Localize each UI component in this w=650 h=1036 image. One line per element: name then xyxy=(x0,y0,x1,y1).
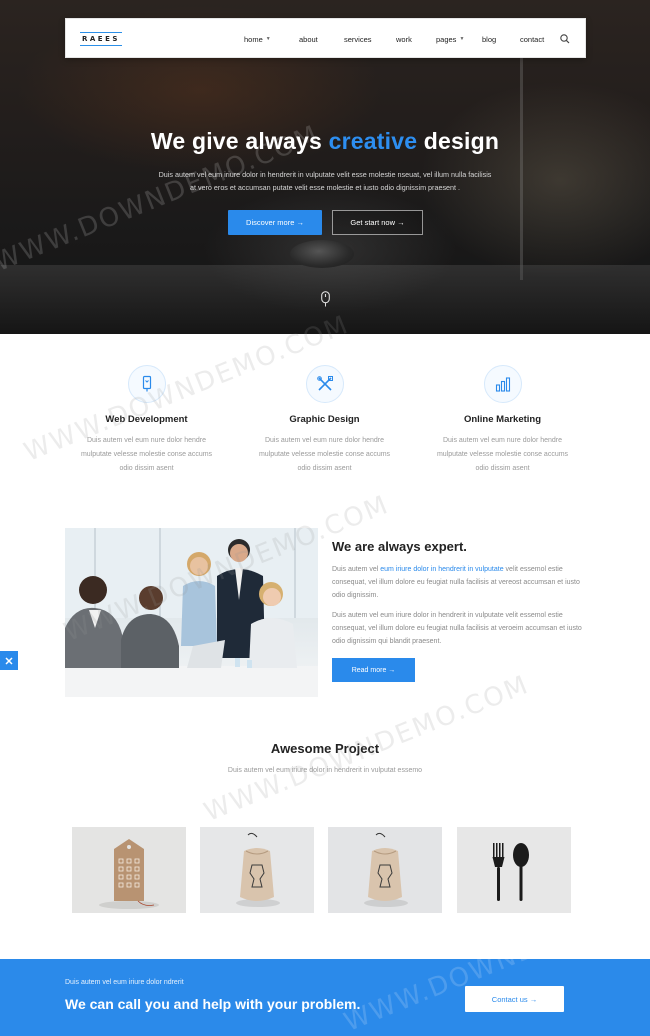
service-description: Duis autem vel eum nure dolor hendre mul… xyxy=(436,437,569,472)
hero-title-start: We give always xyxy=(150,128,329,154)
nav-item-about[interactable]: about xyxy=(299,35,344,44)
read-more-button[interactable]: Read more → xyxy=(332,658,415,682)
service-title: Graphic Design xyxy=(289,414,360,425)
site-logo[interactable]: RAEES xyxy=(80,32,122,46)
mobile-icon xyxy=(142,375,152,392)
project-pouch-mockup-2[interactable] xyxy=(328,827,442,913)
project-tag-mockup[interactable] xyxy=(72,827,186,913)
service-card-online-marketing: Online Marketing Duis autem vel eum nure… xyxy=(420,362,585,474)
nav-item-label: about xyxy=(299,34,318,44)
cta-headline: We can call you and help with your probl… xyxy=(65,996,361,1012)
about-text: Duis autem vel xyxy=(332,566,381,573)
search-icon[interactable] xyxy=(559,33,571,45)
tag-mockup-image xyxy=(72,827,186,913)
service-icon-circle xyxy=(306,365,344,403)
nav-item-home[interactable]: home ▼ xyxy=(244,35,299,44)
nav-item-label: services xyxy=(344,34,372,44)
pouch-mockup-image xyxy=(200,827,314,913)
discover-more-button[interactable]: Discover more → xyxy=(228,210,322,235)
nav-item-blog[interactable]: blog xyxy=(482,35,520,44)
service-card-graphic-design: Graphic Design Duis autem vel eum nure d… xyxy=(242,362,407,474)
nav-item-label: blog xyxy=(482,34,497,44)
service-icon-circle xyxy=(128,365,166,403)
hero-title-accent: creative xyxy=(328,128,418,154)
projects-title: Awesome Project xyxy=(270,741,380,756)
service-title: Web Development xyxy=(105,414,188,425)
nav-item-pages[interactable]: pages ▼ xyxy=(436,35,482,44)
hero-background-mouse xyxy=(290,240,354,268)
project-cutlery-mockup[interactable] xyxy=(457,827,571,913)
chart-icon xyxy=(495,377,511,392)
nav-item-label: pages xyxy=(436,34,457,44)
get-start-now-button[interactable]: Get start now → xyxy=(332,210,423,235)
nav-item-services[interactable]: services xyxy=(344,35,396,44)
team-meeting-illustration xyxy=(65,528,318,697)
service-title: Online Marketing xyxy=(463,414,542,425)
main-navbar: RAEES home ▼ about services work pages ▼… xyxy=(65,18,586,58)
team-meeting-photo xyxy=(65,528,318,697)
nav-menu: home ▼ about services work pages ▼ blog … xyxy=(244,19,560,59)
service-icon-circle xyxy=(484,365,522,403)
hero-text-line: at vero eros et accumsan putate velit es… xyxy=(189,183,461,192)
cta-small-text: Duis autem vel eum iriure dolor ndrerit xyxy=(65,979,184,986)
cutlery-mockup-image xyxy=(457,827,571,913)
call-to-action-section: Duis autem vel eum iriure dolor ndrerit … xyxy=(0,959,650,1036)
pouch-mockup-image xyxy=(328,827,442,913)
caret-down-icon: ▼ xyxy=(459,36,465,42)
hero-text-line: Duis autem vel eum iriure dolor in hendr… xyxy=(158,170,492,179)
nav-item-label: home xyxy=(244,34,263,44)
side-panel-toggle[interactable] xyxy=(0,651,18,670)
hero-title: We give always creative design xyxy=(0,128,650,155)
hero-section: RAEES home ▼ about services work pages ▼… xyxy=(0,0,650,334)
contact-us-button[interactable]: Contact us → xyxy=(465,986,564,1012)
about-title: We are always expert. xyxy=(332,539,467,554)
hero-title-end: design xyxy=(417,128,500,154)
hero-description: Duis autem vel eum iriure dolor in hendr… xyxy=(125,168,525,194)
tools-icon xyxy=(317,376,333,391)
about-highlight-link[interactable]: eum iriure dolor in hendrerit in vulputa… xyxy=(380,566,503,573)
scroll-down-icon[interactable] xyxy=(321,291,330,307)
project-pouch-mockup-1[interactable] xyxy=(200,827,314,913)
about-paragraph-1: Duis autem vel eum iriure dolor in hendr… xyxy=(332,563,587,602)
service-description: Duis autem vel eum nure dolor hendre mul… xyxy=(80,437,213,472)
nav-item-work[interactable]: work xyxy=(396,35,436,44)
projects-subtitle: Duis autem vel eum iriure dolor in hendr… xyxy=(227,767,423,774)
service-card-web-development: Web Development Duis autem vel eum nure … xyxy=(64,362,229,474)
nav-item-label: contact xyxy=(520,34,545,44)
nav-item-contact[interactable]: contact xyxy=(520,35,560,44)
close-icon xyxy=(5,656,13,665)
nav-item-label: work xyxy=(396,34,412,44)
caret-down-icon: ▼ xyxy=(265,36,271,42)
hero-background-lamp xyxy=(520,30,610,280)
service-description: Duis autem vel eum nure dolor hendre mul… xyxy=(258,437,391,472)
about-paragraph-2: Duis autem vel eum iriure dolor in hendr… xyxy=(332,612,582,645)
